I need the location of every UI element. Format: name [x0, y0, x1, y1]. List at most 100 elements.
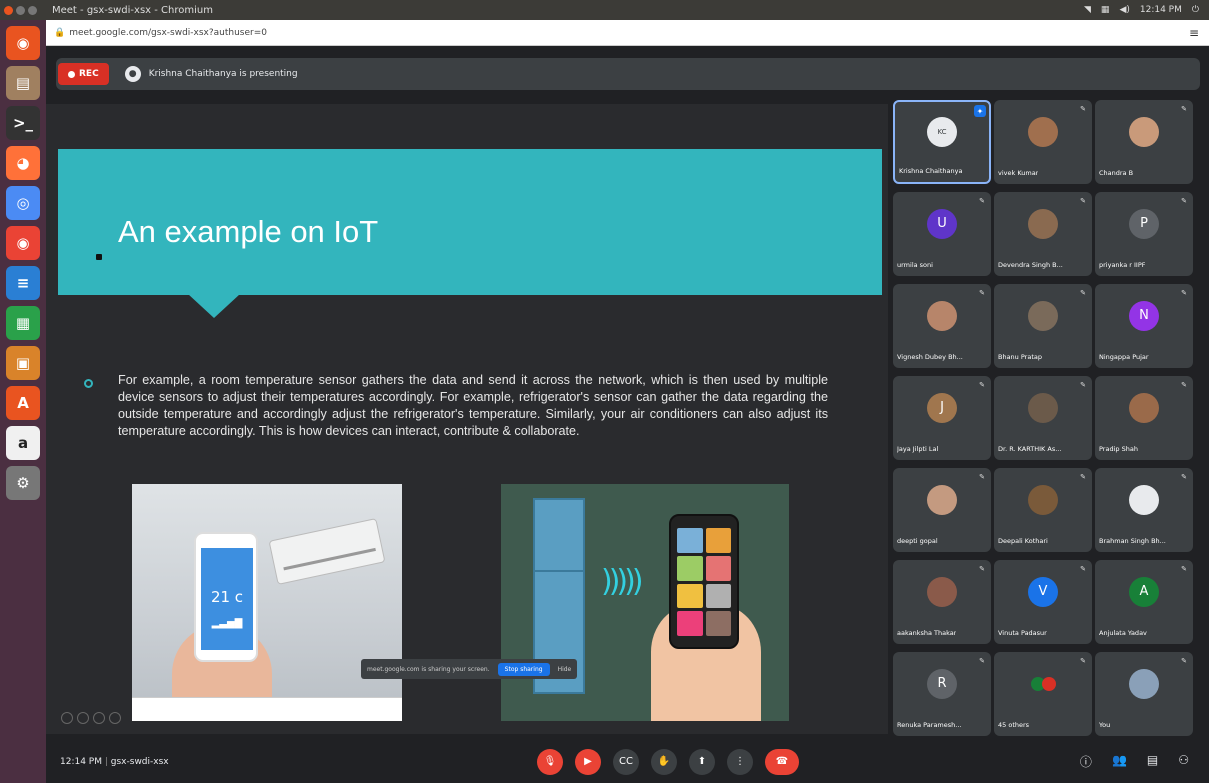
power-icon[interactable]: ⏻	[1192, 5, 1199, 15]
wifi-icon[interactable]: ◥	[1084, 5, 1091, 15]
participant-tile[interactable]: ✎ Vignesh Dubey Bh...	[893, 284, 991, 368]
writer-icon[interactable]: ≡	[6, 266, 40, 300]
participant-name: aakanksha Thakar	[897, 629, 957, 637]
participant-name: Vinuta Padasur	[998, 629, 1047, 637]
amazon-icon[interactable]: a	[6, 426, 40, 460]
info-icon: ⓘ	[1079, 755, 1092, 769]
url-text[interactable]: meet.google.com/gsx-swdi-xsx?authuser=0	[69, 28, 267, 38]
participant-name: Deepali Kothari	[998, 537, 1048, 545]
meeting-time: 12:14 PM	[60, 756, 102, 767]
present-button[interactable]: ⬆	[689, 748, 715, 775]
participant-name: urmila soni	[897, 261, 933, 269]
prev-slide-icon[interactable]	[61, 712, 73, 724]
participant-tile[interactable]: N ✎ Ningappa Pujar	[1095, 284, 1193, 368]
participant-tile[interactable]: ✎ Pradip Shah	[1095, 376, 1193, 460]
window-title: Meet - gsx-swdi-xsx - Chromium	[52, 4, 213, 16]
pen-icon[interactable]	[93, 712, 105, 724]
participant-tile[interactable]: ✎ aakanksha Thakar	[893, 560, 991, 644]
present-icon: ⬆	[697, 756, 707, 767]
address-bar[interactable]: 🔒 meet.google.com/gsx-swdi-xsx?authuser=…	[46, 20, 1209, 46]
call-controls-bar: 12:14 PM | gsx-swdi-xsx 🎙 ▶ CC ✋ ⬆ ⋮ ☎ ⓘ 👥 ▤ ⚇	[46, 740, 1209, 783]
participant-avatar: R	[927, 668, 957, 699]
participant-tile[interactable]: ✎ Dr. R. KARTHIK As...	[994, 376, 1092, 460]
participant-tile[interactable]: ✎ You	[1095, 652, 1193, 736]
files-icon[interactable]: ▤	[6, 66, 40, 100]
participant-tile[interactable]: ✎ Chandra B	[1095, 100, 1193, 184]
terminal-icon[interactable]: >_	[6, 106, 40, 140]
window-controls	[0, 5, 52, 15]
calc-icon[interactable]: ▦	[6, 306, 40, 340]
activities-button[interactable]: ⚇	[1178, 753, 1189, 770]
participant-avatar	[1028, 392, 1058, 423]
participant-grid: KC ✦ Krishna Chaithanya ✎ vivek Kumar ✎ Chandr…	[893, 100, 1193, 740]
lock-icon: 🔒	[54, 27, 66, 38]
participant-tile[interactable]: ✎ Brahman Singh Bh...	[1095, 468, 1193, 552]
maximize-window-icon[interactable]	[28, 5, 37, 15]
participant-tile[interactable]: ✎ deepti gopal	[893, 468, 991, 552]
meeting-details-button[interactable]: ⓘ	[1080, 753, 1092, 770]
captions-button[interactable]: CC	[613, 748, 639, 775]
participant-avatar	[1028, 116, 1058, 147]
settings-icon[interactable]: ⚙	[6, 466, 40, 500]
mic-muted-icon: ✎	[1080, 473, 1086, 481]
chat-button[interactable]: ▤	[1147, 753, 1158, 770]
participant-avatar	[1028, 484, 1058, 515]
chromium-icon[interactable]: ◎	[6, 186, 40, 220]
participant-tile[interactable]: ✎ vivek Kumar	[994, 100, 1092, 184]
participant-name: Dr. R. KARTHIK As...	[998, 445, 1062, 453]
participant-tile[interactable]: KC ✦ Krishna Chaithanya	[893, 100, 991, 184]
participant-name: Bhanu Pratap	[998, 353, 1042, 361]
slide-menu-icon[interactable]	[109, 712, 121, 724]
leave-call-button[interactable]: ☎	[765, 748, 799, 775]
participant-tile[interactable]: ✎ 45 others	[994, 652, 1092, 736]
clock[interactable]: 12:14 PM	[1140, 5, 1182, 15]
participant-name: Krishna Chaithanya	[899, 167, 963, 175]
pin-icon[interactable]: ✦	[974, 105, 986, 117]
meeting-code: gsx-swdi-xsx	[110, 756, 169, 767]
chrome-icon[interactable]: ◉	[6, 226, 40, 260]
participant-tile[interactable]: R ✎ Renuka Paramesh...	[893, 652, 991, 736]
participant-tile[interactable]: A ✎ Anjulata Yadav	[1095, 560, 1193, 644]
raise-hand-button[interactable]: ✋	[651, 748, 677, 775]
browser-menu-icon[interactable]: ≡	[1189, 26, 1199, 40]
wireless-waves-icon: )))))	[601, 564, 643, 599]
camera-button[interactable]: ▶	[575, 748, 601, 775]
share-notice-text: meet.google.com is sharing your screen.	[367, 665, 490, 673]
participant-tile[interactable]: ✎ Bhanu Pratap	[994, 284, 1092, 368]
participant-avatar	[1129, 116, 1159, 147]
volume-icon[interactable]: ◀)	[1119, 5, 1129, 15]
firefox-icon[interactable]: ◕	[6, 146, 40, 180]
participant-tile[interactable]: J ✎ Jaya Jilpti Lal	[893, 376, 991, 460]
impress-icon[interactable]: ▣	[6, 346, 40, 380]
mic-muted-icon: ✎	[1080, 105, 1086, 113]
participant-name: Chandra B	[1099, 169, 1134, 177]
participant-tile[interactable]: P ✎ priyanka r IIPF	[1095, 192, 1193, 276]
window-titlebar: Meet - gsx-swdi-xsx - Chromium ◥ ▦ ◀) 12…	[0, 0, 1209, 20]
keyboard-icon[interactable]: ▦	[1101, 5, 1110, 15]
more-options-button[interactable]: ⋮	[727, 748, 753, 775]
participant-tile[interactable]: U ✎ urmila soni	[893, 192, 991, 276]
participant-name: Devendra Singh B...	[998, 261, 1063, 269]
participant-avatar: N	[1129, 300, 1159, 331]
participant-tile[interactable]: ✎ Deepali Kothari	[994, 468, 1092, 552]
participant-avatar	[927, 484, 957, 515]
stop-sharing-button[interactable]: Stop sharing	[497, 662, 550, 676]
close-window-icon[interactable]	[4, 5, 13, 15]
people-button[interactable]: 👥	[1112, 753, 1127, 770]
participant-avatar: U	[927, 208, 957, 239]
mic-muted-icon: ✎	[1080, 381, 1086, 389]
signal-bars-icon: ▂▃▅▇	[211, 618, 243, 629]
minimize-window-icon[interactable]	[16, 5, 25, 15]
participant-tile[interactable]: V ✎ Vinuta Padasur	[994, 560, 1092, 644]
activities-icon: ⚇	[1178, 753, 1189, 767]
participant-name: vivek Kumar	[998, 169, 1039, 177]
mic-button[interactable]: 🎙	[537, 748, 563, 775]
next-slide-icon[interactable]	[77, 712, 89, 724]
participant-name: 45 others	[998, 721, 1030, 729]
ubuntu-dash-icon[interactable]: ◉	[6, 26, 40, 60]
participant-tile[interactable]: ✎ Devendra Singh B...	[994, 192, 1092, 276]
smartphone-app-illustration	[669, 514, 739, 649]
hide-button[interactable]: Hide	[558, 666, 572, 673]
software-center-icon[interactable]: A	[6, 386, 40, 420]
participant-avatar	[1028, 208, 1058, 239]
